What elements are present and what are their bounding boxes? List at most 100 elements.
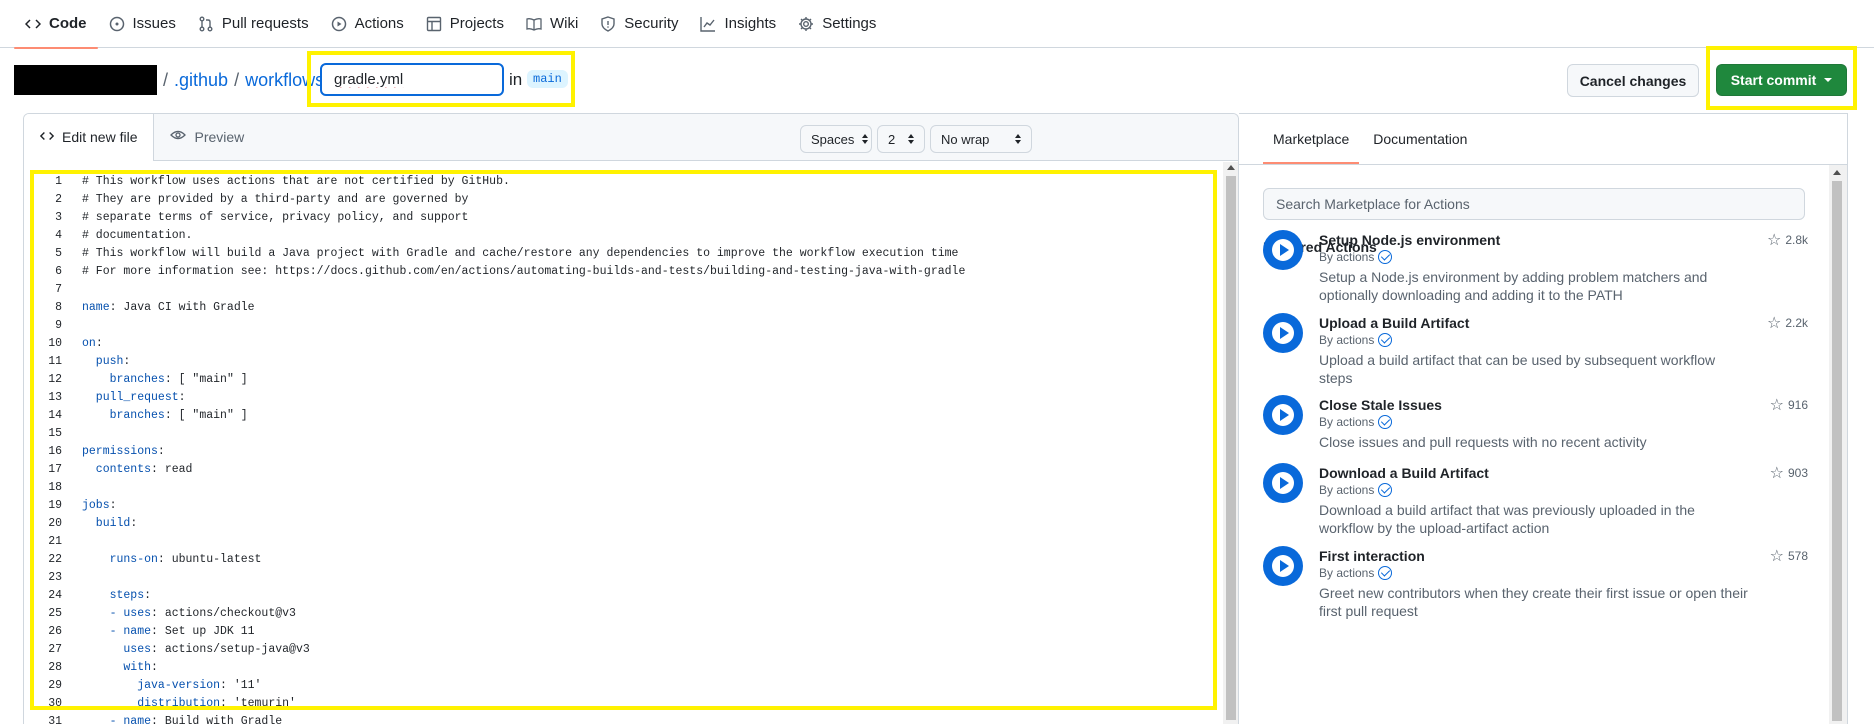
line-number: 31 (48, 715, 62, 724)
tab-preview[interactable]: Preview (154, 114, 260, 160)
branch-badge: main (527, 70, 568, 88)
yaml-key: name (82, 301, 110, 314)
gear-icon (798, 16, 814, 32)
yaml-value: : (130, 517, 138, 530)
code-line: 26 - name: Set up JDK 11 (24, 623, 1214, 641)
tab-insights[interactable]: Insights (689, 0, 787, 48)
tab-label: Pull requests (221, 15, 309, 32)
yaml-value: : (95, 337, 103, 350)
start-commit-button[interactable]: Start commit (1716, 64, 1847, 96)
yaml-value: # This workflow uses actions that are no… (82, 175, 510, 188)
action-play-icon (1263, 395, 1303, 435)
code-line: 15 (24, 425, 1214, 443)
action-play-icon (1263, 313, 1303, 353)
code-text: uses: actions/setup-java@v3 (82, 641, 309, 659)
action-stars: ☆ 916 (1770, 395, 1808, 415)
code-line: 24 steps: (24, 587, 1214, 605)
yaml-value: # This workflow will build a Java projec… (82, 247, 959, 260)
star-icon: ☆ (1769, 397, 1784, 414)
verified-icon (1378, 415, 1393, 429)
code-text: - name: Build with Gradle (82, 713, 283, 724)
line-number: 19 (48, 499, 62, 512)
tab-documentation[interactable]: Documentation (1363, 114, 1477, 164)
line-number: 14 (48, 409, 62, 422)
marketplace-scrollbar[interactable] (1829, 165, 1847, 724)
filename-input[interactable] (320, 63, 504, 96)
breadcrumb-github[interactable]: .github (174, 70, 228, 91)
tab-marketplace[interactable]: Marketplace (1263, 114, 1360, 164)
tab-issues[interactable]: Issues (98, 0, 187, 48)
tab-security[interactable]: Security (589, 0, 689, 48)
line-number: 5 (55, 247, 62, 260)
code-line: 13 pull_request: (24, 389, 1214, 407)
graph-icon (700, 16, 716, 32)
path-separator: / (234, 69, 240, 90)
tab-edit-new-file[interactable]: Edit new file (24, 114, 155, 161)
wrap-mode-value: No wrap (941, 131, 990, 147)
tab-settings[interactable]: Settings (787, 0, 887, 48)
action-title[interactable]: First interaction (1319, 548, 1425, 564)
yaml-value: : Build with Gradle (151, 715, 283, 724)
yaml-key: - name (82, 625, 152, 638)
divider (1239, 164, 1847, 165)
action-title[interactable]: Close Stale Issues (1319, 397, 1442, 413)
action-title[interactable]: Upload a Build Artifact (1319, 315, 1469, 331)
line-number: 28 (48, 661, 62, 674)
line-number: 25 (48, 607, 62, 620)
editor-scroll-thumb[interactable] (1226, 176, 1236, 720)
action-author: By actions (1319, 415, 1393, 429)
yaml-value: : (144, 589, 152, 602)
action-title[interactable]: Download a Build Artifact (1319, 465, 1489, 481)
tab-wiki[interactable]: Wiki (515, 0, 589, 48)
star-icon: ☆ (1769, 548, 1784, 565)
code-text: push: (82, 353, 131, 371)
code-line: 18 (24, 479, 1214, 497)
yaml-value: # For more information see: https://docs… (82, 265, 966, 278)
code-line: 31 - name: Build with Gradle (24, 713, 1214, 724)
code-line: 19 jobs: (24, 497, 1214, 515)
yaml-key: - uses (82, 607, 152, 620)
line-number: 29 (48, 679, 62, 692)
action-title[interactable]: Setup Node.js environment (1319, 232, 1500, 248)
line-number: 12 (48, 373, 62, 386)
indent-mode-select[interactable]: Spaces (800, 125, 872, 153)
shield-icon (600, 15, 616, 32)
tab-projects[interactable]: Projects (415, 0, 515, 48)
breadcrumb: / .github / workflows / (14, 62, 341, 98)
code-text: # They are provided by a third-party and… (82, 191, 468, 209)
tab-code[interactable]: Code (14, 0, 98, 49)
yaml-value: : ubuntu-latest (157, 553, 262, 566)
redacted-repo-name (14, 65, 157, 95)
editor-toolbar: Edit new file Preview Spaces 2 No wrap (24, 114, 1238, 161)
tab-edit-label: Edit new file (62, 129, 138, 145)
code-text: branches: [ "main" ] (82, 407, 248, 425)
tab-label: Insights (724, 15, 777, 32)
code-line: 30 distribution: 'temurin' (24, 695, 1214, 713)
yaml-value: : actions/checkout@v3 (151, 607, 296, 620)
line-number: 22 (48, 553, 62, 566)
wrap-mode-select[interactable]: No wrap (930, 125, 1032, 153)
yaml-key: on (82, 337, 96, 350)
tab-actions[interactable]: Actions (320, 0, 415, 48)
yaml-key: permissions (82, 445, 158, 458)
cancel-changes-button[interactable]: Cancel changes (1567, 64, 1699, 97)
indent-size-select[interactable]: 2 (877, 125, 925, 153)
star-count: 578 (1787, 549, 1808, 563)
line-number: 15 (48, 427, 62, 440)
marketplace-scroll-thumb[interactable] (1832, 181, 1842, 721)
code-text: - name: Set up JDK 11 (82, 623, 255, 641)
line-number: 23 (48, 571, 62, 584)
code-text: # documentation. (82, 227, 192, 245)
tab-preview-label: Preview (194, 128, 245, 145)
tab-pull-requests[interactable]: Pull requests (187, 0, 320, 48)
code-line: 16 permissions: (24, 443, 1214, 461)
editor-scrollbar[interactable] (1223, 162, 1238, 724)
marketplace-search-input[interactable] (1263, 188, 1805, 220)
yaml-key: branches (82, 373, 165, 386)
code-icon (39, 129, 55, 146)
star-count: 2.8k (1785, 233, 1808, 247)
line-number: 7 (55, 283, 62, 296)
code-editor[interactable]: 1 # This workflow uses actions that are n… (24, 162, 1222, 724)
yaml-key: - name (82, 715, 152, 724)
code-line: 22 runs-on: ubuntu-latest (24, 551, 1214, 569)
